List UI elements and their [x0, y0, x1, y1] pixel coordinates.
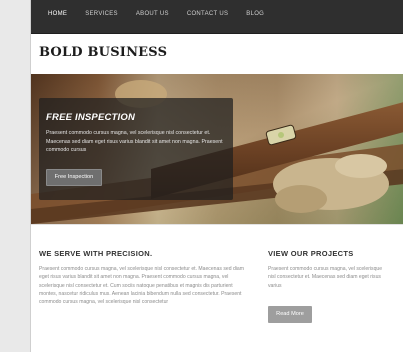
- hero-title: FREE INSPECTION: [46, 112, 136, 123]
- nav-item-about-us[interactable]: ABOUT US: [127, 11, 178, 17]
- nav-item-services[interactable]: SERVICES: [76, 11, 127, 17]
- read-more-button[interactable]: Read More: [268, 306, 312, 323]
- nav-item-blog[interactable]: BLOG: [237, 11, 273, 17]
- precision-text: Praesent commodo cursus magna, vel scele…: [39, 266, 244, 306]
- hero-text: Praesent commodo cursus magna, vel scele…: [46, 130, 223, 154]
- brand-logo-text[interactable]: BOLD BUSINESS: [39, 45, 167, 60]
- nav-item-contact-us[interactable]: CONTACT US: [178, 11, 237, 17]
- top-navigation: HOME SERVICES ABOUT US CONTACT US BLOG: [31, 0, 403, 34]
- nav-list: HOME SERVICES ABOUT US CONTACT US BLOG: [39, 11, 273, 17]
- projects-heading: VIEW OUR PROJECTS: [268, 249, 354, 258]
- precision-heading: WE SERVE WITH PRECISION.: [39, 249, 153, 258]
- free-inspection-button[interactable]: Free Inspection: [46, 169, 102, 186]
- page: HOME SERVICES ABOUT US CONTACT US BLOG B…: [30, 0, 403, 352]
- nav-item-home[interactable]: HOME: [39, 11, 76, 17]
- projects-text: Praesent commodo cursus magna, vel scele…: [268, 266, 383, 289]
- section-divider: [31, 224, 403, 225]
